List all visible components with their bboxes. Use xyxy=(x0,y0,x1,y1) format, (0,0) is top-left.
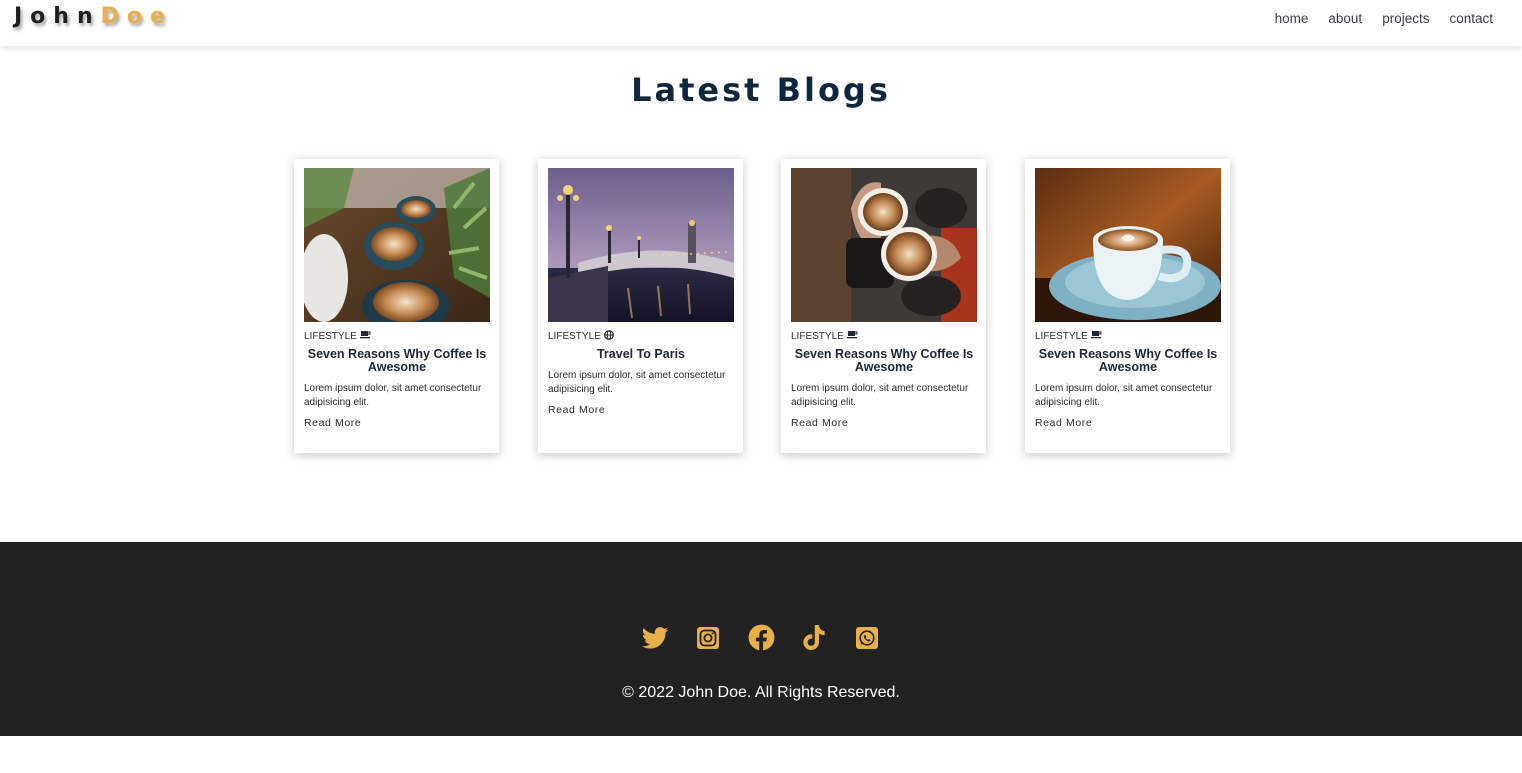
nav-link-projects[interactable]: projects xyxy=(1382,11,1429,26)
social-links xyxy=(0,624,1522,651)
site-footer: © 2022 John Doe. All Rights Reserved. xyxy=(0,542,1522,736)
card-title: Seven Reasons Why Coffee Is Awesome xyxy=(794,347,974,374)
blog-card: LIFESTYLE Seven Reasons Why Coffee Is Aw… xyxy=(1025,159,1230,453)
category-label: LIFESTYLE xyxy=(791,330,844,342)
card-excerpt: Lorem ipsum dolor, sit amet consectetur … xyxy=(304,383,482,408)
main-nav: home about projects contact xyxy=(1275,11,1493,26)
instagram-icon[interactable] xyxy=(695,624,722,651)
top-navbar: JohnDoe home about projects contact xyxy=(0,0,1522,46)
blog-image-coffee-cheers[interactable] xyxy=(791,168,977,322)
site-logo[interactable]: JohnDoe xyxy=(14,4,173,29)
logo-first-name: John xyxy=(14,4,101,29)
whatsapp-icon[interactable] xyxy=(854,624,881,651)
read-more-link[interactable]: Read More xyxy=(791,417,848,429)
logo-last-name: Doe xyxy=(100,4,173,29)
blog-card: LIFESTYLE Seven Reasons Why Coffee Is Aw… xyxy=(294,159,499,453)
coffee-icon xyxy=(1090,330,1102,342)
card-category: LIFESTYLE xyxy=(304,330,371,342)
card-category: LIFESTYLE xyxy=(548,330,614,343)
nav-link-home[interactable]: home xyxy=(1275,11,1309,26)
blog-image-blue-cup-latte[interactable] xyxy=(1035,168,1221,322)
section-title: Latest Blogs xyxy=(631,71,891,109)
blog-image-paris-bridge[interactable] xyxy=(548,168,734,322)
copyright-text: © 2022 John Doe. All Rights Reserved. xyxy=(622,684,900,701)
card-title: Seven Reasons Why Coffee Is Awesome xyxy=(307,347,487,374)
card-excerpt: Lorem ipsum dolor, sit amet consectetur … xyxy=(1035,383,1213,408)
nav-link-about[interactable]: about xyxy=(1328,11,1362,26)
blog-card: LIFESTYLE Seven Reasons Why Coffee Is Aw… xyxy=(781,159,986,453)
category-label: LIFESTYLE xyxy=(304,330,357,342)
category-label: LIFESTYLE xyxy=(1035,330,1088,342)
card-title: Seven Reasons Why Coffee Is Awesome xyxy=(1038,347,1218,374)
globe-icon xyxy=(603,330,614,343)
twitter-icon[interactable] xyxy=(641,624,669,651)
read-more-link[interactable]: Read More xyxy=(548,404,605,416)
blog-image-coffee-latte-plants[interactable] xyxy=(304,168,490,322)
card-title: Travel To Paris xyxy=(596,347,685,361)
nav-link-contact[interactable]: contact xyxy=(1449,11,1493,26)
category-label: LIFESTYLE xyxy=(548,331,601,342)
facebook-icon[interactable] xyxy=(748,624,775,651)
tiktok-icon[interactable] xyxy=(801,624,828,651)
read-more-link[interactable]: Read More xyxy=(1035,417,1092,429)
coffee-icon xyxy=(359,330,371,342)
card-category: LIFESTYLE xyxy=(791,330,858,342)
read-more-link[interactable]: Read More xyxy=(304,417,361,429)
card-excerpt: Lorem ipsum dolor, sit amet consectetur … xyxy=(548,370,726,395)
coffee-icon xyxy=(846,330,858,342)
card-excerpt: Lorem ipsum dolor, sit amet consectetur … xyxy=(791,383,969,408)
blog-card: LIFESTYLE Travel To Paris Lorem ipsum do… xyxy=(538,159,743,453)
card-category: LIFESTYLE xyxy=(1035,330,1102,342)
